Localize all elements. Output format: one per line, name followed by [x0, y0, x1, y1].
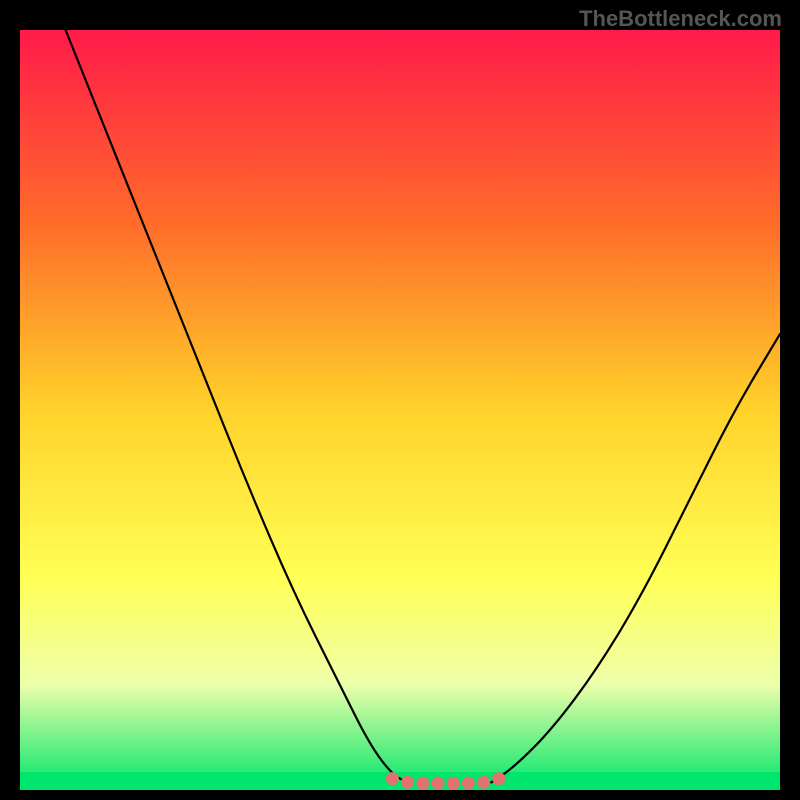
optimal-dot	[477, 776, 490, 789]
chart-background	[20, 30, 780, 790]
optimal-dot	[492, 772, 505, 785]
optimal-dot	[462, 777, 475, 790]
chart-svg	[20, 30, 780, 790]
bottleneck-chart	[20, 30, 780, 790]
optimal-dot	[432, 777, 445, 790]
optimal-dot	[416, 777, 429, 790]
optimal-dot	[401, 776, 414, 789]
green-band	[20, 772, 780, 790]
optimal-dot	[447, 777, 460, 790]
watermark-text: TheBottleneck.com	[579, 6, 782, 32]
optimal-dot	[386, 772, 399, 785]
